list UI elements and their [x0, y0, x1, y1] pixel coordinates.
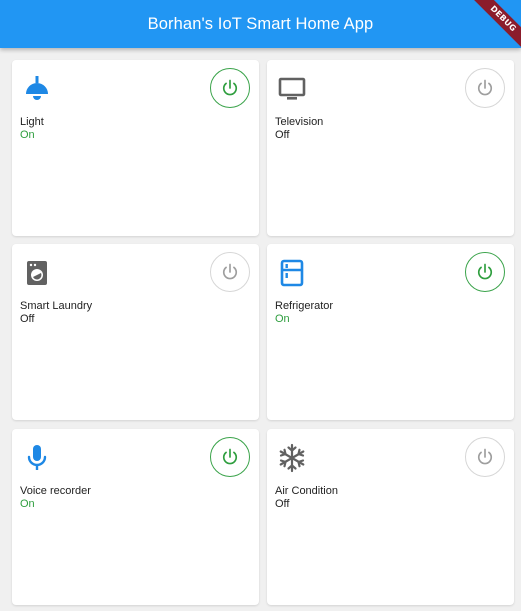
- device-name: Air Condition: [275, 485, 338, 497]
- device-status: On: [20, 129, 35, 141]
- power-icon: [222, 79, 238, 96]
- device-card-voice-recorder: Voice recorder On: [12, 429, 259, 605]
- power-icon: [222, 263, 238, 280]
- power-toggle-button[interactable]: [465, 252, 505, 292]
- device-card-smart-laundry: Smart Laundry Off: [12, 244, 259, 420]
- ceiling-light-icon: [22, 74, 52, 104]
- power-icon: [477, 263, 493, 280]
- microphone-icon: [22, 443, 52, 473]
- power-icon: [477, 79, 493, 96]
- washing-machine-icon: [22, 258, 52, 288]
- power-toggle-button[interactable]: [210, 252, 250, 292]
- power-toggle-button[interactable]: [210, 437, 250, 477]
- snowflake-icon: [277, 443, 307, 473]
- device-name: Voice recorder: [20, 485, 91, 497]
- power-toggle-button[interactable]: [465, 437, 505, 477]
- device-name: Television: [275, 116, 324, 128]
- power-icon: [222, 448, 238, 465]
- device-name: Light: [20, 116, 44, 128]
- device-card-light: Light On: [12, 60, 259, 236]
- tv-icon: [277, 74, 307, 104]
- power-icon: [477, 448, 493, 465]
- debug-banner: DEBUG: [469, 0, 521, 48]
- power-toggle-button[interactable]: [465, 68, 505, 108]
- device-name: Refrigerator: [275, 300, 334, 312]
- device-card-television: Television Off: [267, 60, 514, 236]
- power-toggle-button[interactable]: [210, 68, 250, 108]
- app-bar: Borhan's IoT Smart Home App DEBUG: [0, 0, 521, 48]
- app-title: Borhan's IoT Smart Home App: [147, 14, 374, 33]
- device-card-refrigerator: Refrigerator On: [267, 244, 514, 420]
- device-status: On: [20, 498, 35, 510]
- device-status: Off: [275, 129, 290, 141]
- device-card-air-condition: Air Condition Off: [267, 429, 514, 605]
- device-status: Off: [275, 498, 290, 510]
- device-name: Smart Laundry: [20, 300, 93, 312]
- device-status: On: [275, 313, 290, 325]
- device-status: Off: [20, 313, 35, 325]
- fridge-icon: [277, 258, 307, 288]
